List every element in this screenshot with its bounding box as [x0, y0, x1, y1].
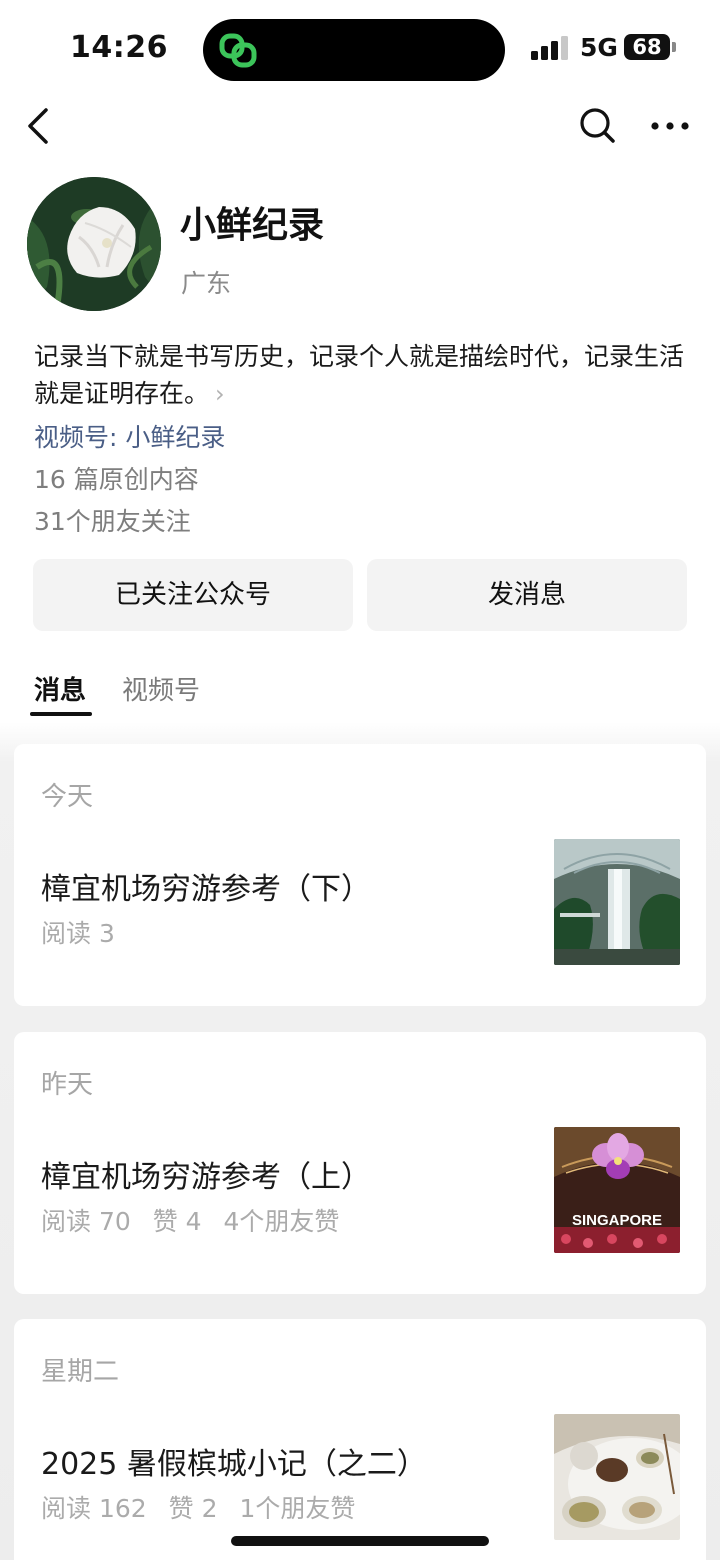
post-like-count: 赞 2: [168, 1494, 218, 1523]
account-region: 广东: [181, 269, 232, 298]
flower-avatar-image: [27, 177, 161, 311]
avatar[interactable]: [27, 177, 161, 311]
post-read-count: 阅读 162: [41, 1494, 147, 1523]
post-meta: 阅读 162 赞 2 1个朋友赞: [41, 1489, 369, 1525]
signal-icon: [531, 36, 571, 60]
send-message-button[interactable]: 发消息: [367, 559, 687, 631]
singapore-sign-text: SINGAPORE: [572, 1212, 662, 1229]
home-indicator[interactable]: [231, 1536, 489, 1546]
tab-video-channel[interactable]: 视频号: [122, 670, 200, 707]
post-title[interactable]: 2025 暑假槟城小记（之二）: [41, 1439, 427, 1483]
food-table-image: [554, 1414, 680, 1540]
post-like-count: 赞 4: [152, 1207, 202, 1236]
battery-cap: [672, 42, 676, 52]
post-date: 星期二: [41, 1357, 120, 1387]
post-thumbnail[interactable]: [554, 1414, 680, 1540]
original-articles-count: 16 篇原创内容: [34, 465, 199, 494]
post-friends-liked: 1个朋友赞: [239, 1494, 356, 1523]
battery-icon: 68: [624, 34, 670, 60]
post-thumbnail[interactable]: [554, 839, 680, 965]
official-account-profile-page: 14:26 5G 68 小鲜纪录 广东 记录当下就是书写历史，记录个人就是描绘时…: [0, 0, 720, 1560]
orchid-singapore-image: SINGAPORE: [554, 1127, 680, 1253]
post-card[interactable]: 昨天 樟宜机场穷游参考（上） 阅读 70 赞 4 4个朋友赞 SINGAPORE: [14, 1032, 706, 1294]
active-tab-indicator: [30, 712, 92, 716]
status-time: 14:26: [70, 30, 168, 65]
chevron-left-icon[interactable]: [22, 104, 62, 148]
post-title[interactable]: 樟宜机场穷游参考（上）: [41, 1152, 371, 1196]
dynamic-island: [203, 19, 505, 81]
post-thumbnail[interactable]: SINGAPORE: [554, 1127, 680, 1253]
account-name: 小鲜纪录: [180, 205, 325, 246]
post-friends-liked: 4个朋友赞: [223, 1207, 340, 1236]
followed-button[interactable]: 已关注公众号: [33, 559, 353, 631]
friends-following-count: 31个朋友关注: [34, 507, 191, 536]
post-card[interactable]: 今天 樟宜机场穷游参考（下） 阅读 3: [14, 744, 706, 1006]
post-meta: 阅读 3: [41, 914, 129, 950]
battery-level: 68: [632, 35, 662, 59]
tab-messages[interactable]: 消息: [34, 670, 86, 707]
network-type: 5G: [580, 33, 618, 62]
link-icon: [219, 33, 257, 68]
post-meta: 阅读 70 赞 4 4个朋友赞: [41, 1202, 353, 1238]
post-date: 昨天: [41, 1070, 94, 1100]
bio-text: 记录当下就是书写历史，记录个人就是描绘时代，记录生活就是证明存在。: [34, 342, 685, 408]
status-bar: 14:26 5G 68: [0, 0, 720, 96]
post-card[interactable]: 星期二 2025 暑假槟城小记（之二） 阅读 162 赞 2 1个朋友赞: [14, 1319, 706, 1560]
search-icon[interactable]: [576, 104, 620, 148]
post-date: 今天: [41, 782, 94, 812]
account-bio[interactable]: 记录当下就是书写历史，记录个人就是描绘时代，记录生活就是证明存在。 ›: [34, 338, 684, 413]
video-channel-link[interactable]: 视频号: 小鲜纪录: [34, 418, 225, 454]
waterfall-image: [554, 839, 680, 965]
post-title[interactable]: 樟宜机场穷游参考（下）: [41, 864, 371, 908]
more-icon[interactable]: [648, 110, 692, 142]
post-read-count: 阅读 3: [41, 919, 115, 948]
chevron-right-icon: ›: [215, 380, 225, 408]
post-read-count: 阅读 70: [41, 1207, 131, 1236]
